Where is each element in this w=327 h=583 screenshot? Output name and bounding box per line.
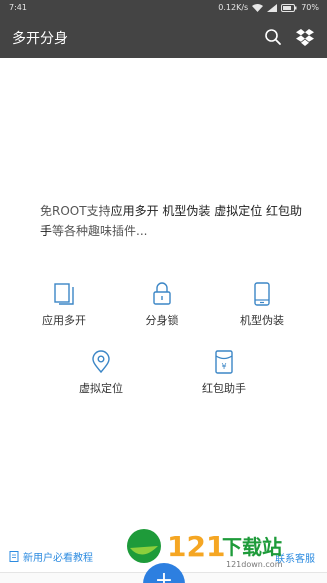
plus-icon: + [154,568,174,583]
feature-label: 虚拟定位 [79,382,123,395]
description-suffix: 等各种趣味插件... [52,224,148,238]
battery-level: 70% [301,3,319,12]
lock-icon [153,282,171,305]
tutorial-label: 新用户必看教程 [23,553,93,564]
search-icon [265,29,281,45]
status-right: 0.12K/s 70% [218,3,319,12]
signal-icon [267,3,278,12]
feature-device-spoof[interactable]: 机型伪装 [222,282,302,328]
watermark-text: 下载站 [222,535,282,559]
status-bar: 7:41 0.12K/s 70% [0,0,327,16]
dropbox-icon [296,28,314,46]
feature-red-envelope[interactable]: ¥ 红包助手 [184,350,264,396]
app-bar: 多开分身 [0,16,327,58]
feature-clone-lock[interactable]: 分身锁 [122,282,202,328]
watermark-site: 121down.com [226,560,283,569]
copy-pages-icon [54,283,74,305]
dropbox-button[interactable] [294,26,316,48]
document-icon [9,551,19,562]
tutorial-link[interactable]: 新用户必看教程 [9,549,93,564]
watermark-number: 121 [167,530,225,563]
status-time: 7:41 [9,3,27,12]
feature-virtual-location[interactable]: 虚拟定位 [61,350,141,396]
feature-app-clone[interactable]: 应用多开 [24,282,104,328]
location-pin-icon [92,350,110,374]
feature-label: 红包助手 [202,382,246,395]
battery-icon [281,3,297,12]
wifi-icon [252,3,264,12]
watermark-logo: 121 下载站 121down.com [127,529,283,569]
feature-label: 机型伪装 [240,314,284,327]
app-title: 多开分身 [12,31,68,47]
svg-text:¥: ¥ [221,362,226,371]
network-speed: 0.12K/s [218,3,249,12]
feature-label: 分身锁 [145,314,179,327]
red-envelope-icon: ¥ [215,350,233,374]
description-prefix: 免ROOT支持 [40,204,111,218]
search-button[interactable] [262,26,284,48]
phone-icon [254,282,270,306]
feature-label: 应用多开 [42,314,86,327]
feature-description: 免ROOT支持应用多开 机型伪装 虚拟定位 红包助手等各种趣味插件... [40,201,310,241]
